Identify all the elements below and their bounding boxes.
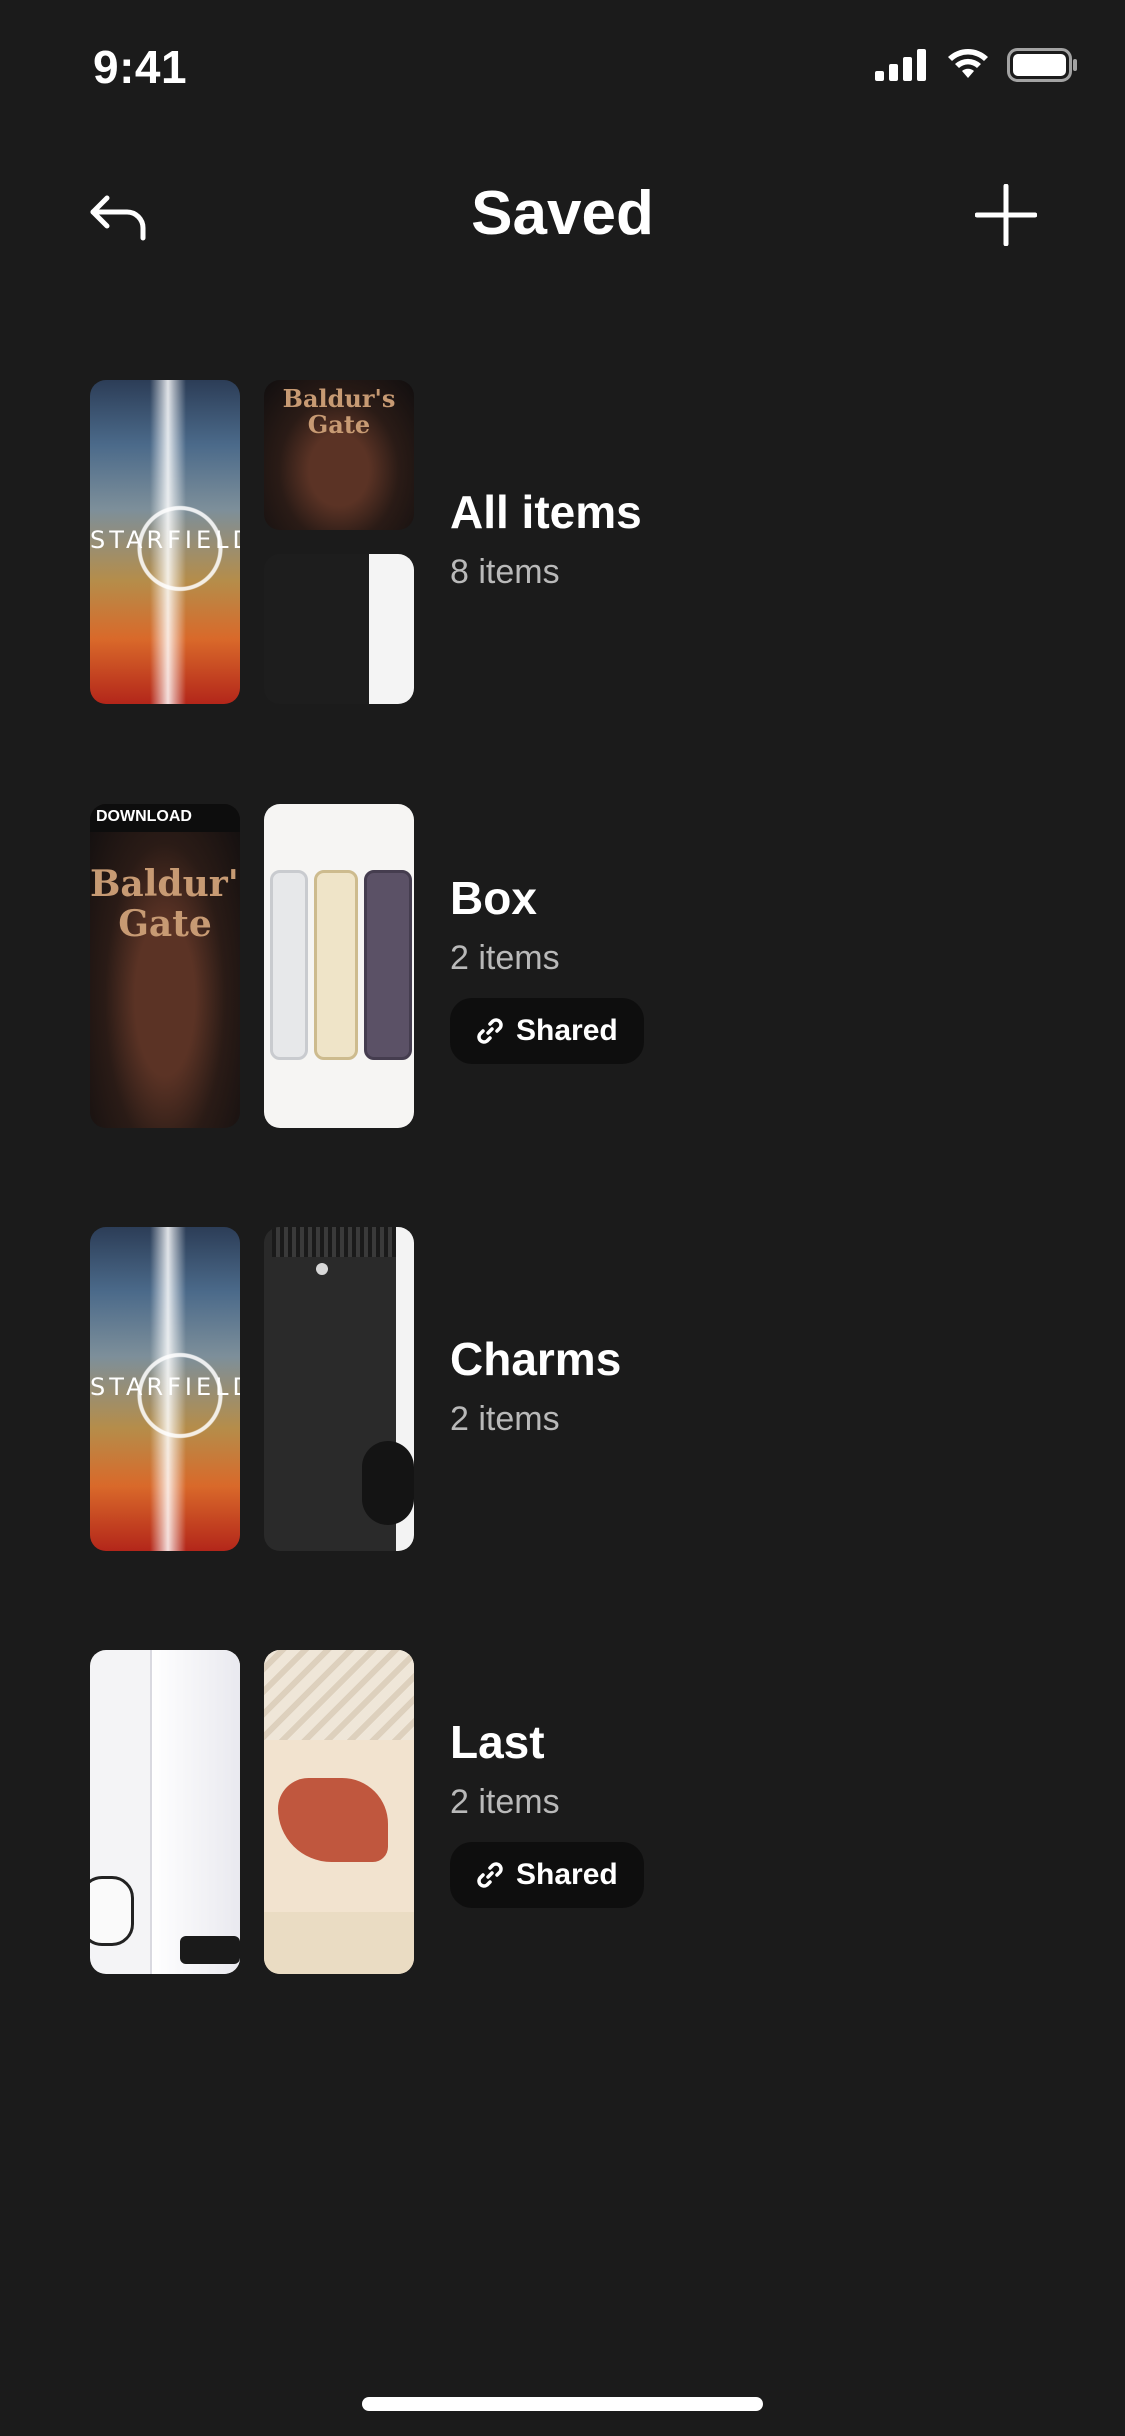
iphone-lineup-thumbnail: [264, 804, 414, 1128]
starfield-logo-text: STARFIELD: [90, 526, 240, 554]
collection-thumbnails: STARFIELD Baldur's Gate: [90, 380, 414, 704]
collection-thumbnails: DOWNLOAD Baldur's Gate: [90, 804, 414, 1128]
ps5-console-thumbnail: [90, 1650, 240, 1974]
status-icons: [875, 48, 1079, 82]
download-banner: DOWNLOAD: [90, 804, 240, 832]
collection-thumbnails: [90, 1650, 414, 1974]
collection-name: Charms: [450, 1333, 622, 1385]
link-icon: [477, 1018, 503, 1044]
baldurs-gate-logo-text: Baldur's Gate: [90, 863, 240, 945]
collection-info: Charms 2 items: [450, 1331, 621, 1441]
collection-info: All items 8 items: [450, 484, 642, 594]
baldurs-gate-thumbnail: DOWNLOAD Baldur's Gate: [90, 804, 240, 1128]
baldurs-gate-thumbnail: Baldur's Gate: [264, 380, 414, 530]
starfield-cover-thumbnail: STARFIELD: [90, 380, 240, 704]
plus-icon: [975, 184, 1037, 246]
collection-count: 2 items: [450, 1783, 560, 1821]
page-title: Saved: [471, 179, 654, 248]
shared-badge[interactable]: Shared: [450, 1842, 644, 1908]
collection-last[interactable]: Last 2 items Shared: [90, 1650, 1070, 1974]
starfield-logo-text: STARFIELD: [90, 1373, 240, 1401]
collection-name: All items: [450, 486, 642, 538]
collection-name: Last: [450, 1716, 545, 1768]
shared-label: Shared: [516, 1014, 618, 1047]
wifi-icon: [948, 49, 988, 78]
xbox-console-thumbnail: [264, 1227, 414, 1551]
collection-all-items[interactable]: STARFIELD Baldur's Gate All items 8 item…: [90, 380, 1070, 704]
collection-thumbnails: STARFIELD: [90, 1227, 414, 1551]
starfield-cover-thumbnail: STARFIELD: [90, 1227, 240, 1551]
xbox-console-thumbnail: [264, 554, 414, 704]
shared-badge[interactable]: Shared: [450, 998, 644, 1064]
battery-icon: [1007, 48, 1077, 82]
sneaker-thumbnail: [264, 1650, 414, 1974]
collection-count: 2 items: [450, 1400, 560, 1438]
status-time: 9:41: [93, 41, 188, 93]
collection-count: 8 items: [450, 553, 560, 591]
collection-box[interactable]: DOWNLOAD Baldur's Gate Box 2 items Share…: [90, 804, 1070, 1128]
shared-label: Shared: [516, 1858, 618, 1891]
collection-count: 2 items: [450, 939, 560, 977]
baldurs-gate-logo-text: Baldur's Gate: [282, 384, 396, 439]
collection-charms[interactable]: STARFIELD Charms 2 items: [90, 1227, 1070, 1551]
collection-name: Box: [450, 872, 537, 924]
link-icon: [477, 1862, 503, 1888]
signal-icon: [875, 49, 926, 81]
header: Saved: [0, 160, 1125, 270]
home-indicator[interactable]: [362, 2397, 763, 2411]
collection-info: Last 2 items Shared: [450, 1714, 644, 1908]
collection-info: Box 2 items Shared: [450, 870, 644, 1064]
status-bar: 9:41: [0, 0, 1125, 140]
add-collection-button[interactable]: [971, 180, 1041, 250]
